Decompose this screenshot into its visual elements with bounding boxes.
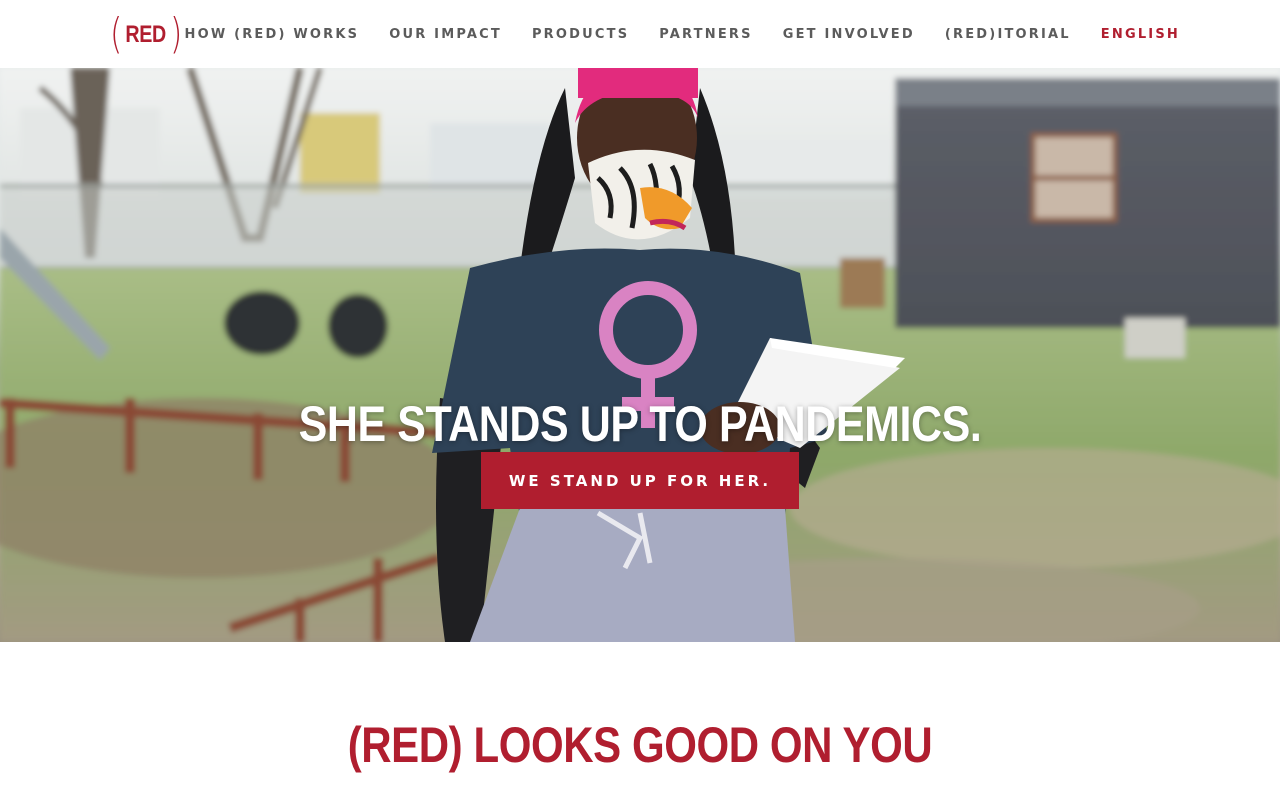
nav-link-partners[interactable]: PARTNERS xyxy=(659,27,752,42)
nav-links: HOW (RED) WORKS OUR IMPACT PRODUCTS PART… xyxy=(184,0,1180,68)
hero-banner: SHE STANDS UP TO PANDEMICS. WE STAND UP … xyxy=(0,68,1280,642)
hero-headline: SHE STANDS UP TO PANDEMICS. xyxy=(298,395,982,452)
hero-cta-button[interactable]: WE STAND UP FOR HER. xyxy=(481,452,799,509)
logo-wordmark: RED xyxy=(125,21,167,48)
nav-link-how-red-works[interactable]: HOW (RED) WORKS xyxy=(184,27,359,42)
nav-link-products[interactable]: PRODUCTS xyxy=(532,27,629,42)
top-navigation: ( RED ) HOW (RED) WORKS OUR IMPACT PRODU… xyxy=(0,0,1280,68)
nav-link-our-impact[interactable]: OUR IMPACT xyxy=(389,27,502,42)
red-logo[interactable]: ( RED ) xyxy=(108,11,184,57)
nav-link-reditorial[interactable]: (RED)ITORIAL xyxy=(945,27,1071,42)
hero-photo xyxy=(0,68,1280,642)
nav-link-get-involved[interactable]: GET INVOLVED xyxy=(783,27,915,42)
logo-right-paren: ) xyxy=(169,9,182,58)
logo-left-paren: ( xyxy=(110,9,123,58)
language-selector[interactable]: ENGLISH xyxy=(1101,27,1180,42)
section-title: (RED) LOOKS GOOD ON YOU xyxy=(347,717,933,773)
